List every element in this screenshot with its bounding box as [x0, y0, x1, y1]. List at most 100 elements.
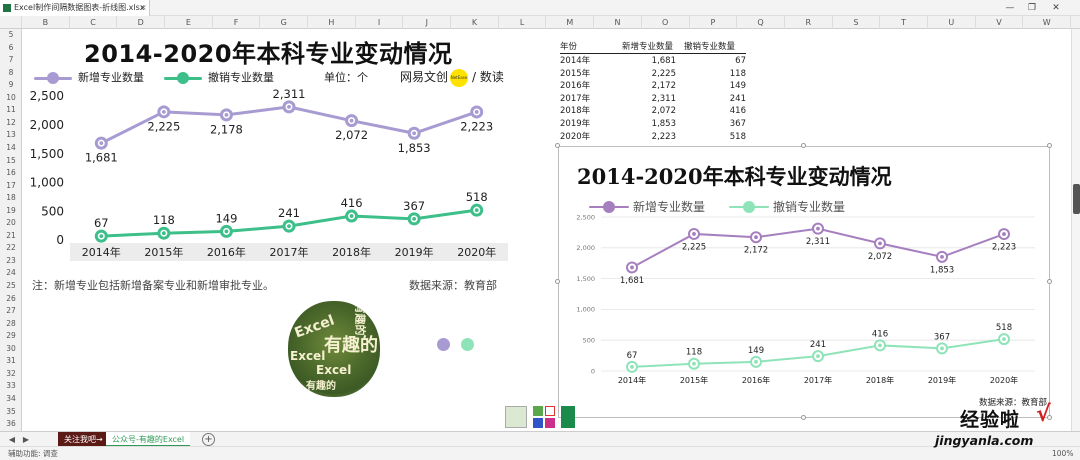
- table-cell-year[interactable]: 2016年: [560, 80, 590, 92]
- column-header[interactable]: V: [976, 16, 1024, 29]
- row-header[interactable]: 12: [0, 117, 22, 130]
- row-header[interactable]: 30: [0, 343, 22, 356]
- row-header[interactable]: 9: [0, 79, 22, 92]
- select-all-corner[interactable]: [0, 16, 22, 29]
- table-cell-value[interactable]: 1,853: [622, 118, 676, 130]
- vertical-scrollbar[interactable]: [1071, 29, 1080, 431]
- row-header[interactable]: 36: [0, 418, 22, 431]
- row-header[interactable]: 16: [0, 167, 22, 180]
- resize-handle[interactable]: [801, 415, 806, 420]
- column-header[interactable]: E: [165, 16, 213, 29]
- column-header[interactable]: H: [308, 16, 356, 29]
- row-header[interactable]: 14: [0, 142, 22, 155]
- row-header[interactable]: 17: [0, 180, 22, 193]
- row-header[interactable]: 26: [0, 293, 22, 306]
- chart-styles-icon[interactable]: [545, 406, 555, 416]
- row-header[interactable]: 18: [0, 192, 22, 205]
- row-header[interactable]: 32: [0, 368, 22, 381]
- purple-marker-shape[interactable]: [437, 338, 450, 351]
- table-cell-value[interactable]: 67: [684, 55, 746, 67]
- column-header[interactable]: I: [356, 16, 404, 29]
- row-header[interactable]: 34: [0, 393, 22, 406]
- table-cell-year[interactable]: 2020年: [560, 131, 590, 143]
- table-cell-year[interactable]: 2019年: [560, 118, 590, 130]
- column-header[interactable]: D: [117, 16, 166, 29]
- chart-elements-icon[interactable]: [533, 406, 543, 416]
- column-header[interactable]: T: [880, 16, 928, 29]
- green-marker-shape[interactable]: [461, 338, 474, 351]
- row-header[interactable]: 27: [0, 305, 22, 318]
- table-cell-year[interactable]: 2017年: [560, 93, 590, 105]
- chart-layout-icon[interactable]: [533, 418, 543, 428]
- column-header[interactable]: B: [22, 16, 70, 29]
- column-header[interactable]: F: [213, 16, 261, 29]
- row-header[interactable]: 21: [0, 230, 22, 243]
- accessibility-status[interactable]: 辅助功能: 调查: [8, 447, 58, 460]
- row-header[interactable]: 33: [0, 380, 22, 393]
- next-sheet-icon[interactable]: ▶: [20, 432, 32, 447]
- row-header[interactable]: 29: [0, 330, 22, 343]
- column-header[interactable]: R: [785, 16, 833, 29]
- table-cell-value[interactable]: 2,072: [622, 105, 676, 117]
- chart-thumbnail-button[interactable]: [505, 406, 527, 428]
- row-header[interactable]: 24: [0, 267, 22, 280]
- row-header[interactable]: 19: [0, 205, 22, 218]
- resize-handle[interactable]: [555, 279, 560, 284]
- column-header[interactable]: C: [70, 16, 118, 29]
- resize-handle[interactable]: [1047, 279, 1052, 284]
- minimize-button[interactable]: —: [1000, 0, 1020, 16]
- column-header[interactable]: S: [833, 16, 881, 29]
- sheet-tab-follow[interactable]: 关注我吧→: [58, 432, 109, 447]
- column-header[interactable]: O: [642, 16, 690, 29]
- row-header[interactable]: 10: [0, 92, 22, 105]
- row-header[interactable]: 22: [0, 242, 22, 255]
- chart-filter-icon[interactable]: [545, 418, 555, 428]
- prev-sheet-icon[interactable]: ◀: [6, 432, 18, 447]
- row-header[interactable]: 23: [0, 255, 22, 268]
- tab-close-icon[interactable]: ×: [140, 0, 147, 16]
- table-cell-value[interactable]: 149: [684, 80, 746, 92]
- table-cell-value[interactable]: 367: [684, 118, 746, 130]
- scrollbar-thumb[interactable]: [1073, 184, 1080, 214]
- row-header[interactable]: 20: [0, 217, 22, 230]
- column-header[interactable]: W: [1023, 16, 1071, 29]
- row-header[interactable]: 6: [0, 42, 22, 55]
- table-cell-value[interactable]: 2,225: [622, 68, 676, 80]
- column-header[interactable]: K: [451, 16, 499, 29]
- table-cell-value[interactable]: 2,172: [622, 80, 676, 92]
- table-cell-year[interactable]: 2018年: [560, 105, 590, 117]
- resize-handle[interactable]: [555, 143, 560, 148]
- row-header[interactable]: 15: [0, 155, 22, 168]
- table-cell-value[interactable]: 518: [684, 131, 746, 143]
- table-cell-value[interactable]: 1,681: [622, 55, 676, 67]
- table-cell-value[interactable]: 416: [684, 105, 746, 117]
- zoom-level[interactable]: 100%: [1052, 447, 1073, 460]
- column-header[interactable]: J: [403, 16, 452, 29]
- table-cell-year[interactable]: 2014年: [560, 55, 590, 67]
- column-header[interactable]: M: [547, 16, 595, 29]
- chart-settings-icon[interactable]: [561, 406, 575, 428]
- column-header[interactable]: Q: [737, 16, 785, 29]
- restore-button[interactable]: ❐: [1022, 0, 1042, 16]
- sheet-tab-active[interactable]: 公众号-有趣的Excel: [106, 432, 191, 447]
- table-cell-value[interactable]: 118: [684, 68, 746, 80]
- row-header[interactable]: 5: [0, 29, 22, 42]
- row-header[interactable]: 7: [0, 54, 22, 67]
- row-header[interactable]: 35: [0, 406, 22, 419]
- column-header[interactable]: U: [928, 16, 976, 29]
- row-header[interactable]: 28: [0, 318, 22, 331]
- row-header[interactable]: 31: [0, 355, 22, 368]
- column-header[interactable]: G: [260, 16, 309, 29]
- table-cell-value[interactable]: 241: [684, 93, 746, 105]
- table-cell-value[interactable]: 2,223: [622, 131, 676, 143]
- document-tab[interactable]: Excel制作间隔数据图表-折线图.xlsx: [0, 0, 150, 16]
- close-window-button[interactable]: ✕: [1046, 0, 1066, 16]
- table-cell-year[interactable]: 2015年: [560, 68, 590, 80]
- resize-handle[interactable]: [1047, 143, 1052, 148]
- resize-handle[interactable]: [801, 143, 806, 148]
- column-header[interactable]: P: [690, 16, 738, 29]
- row-header[interactable]: 13: [0, 129, 22, 142]
- table-cell-value[interactable]: 2,311: [622, 93, 676, 105]
- right-chart-object[interactable]: 2014-2020年本科专业变动情况 新增专业数量 撤销专业数量 0 500 1,0…: [558, 146, 1050, 418]
- row-header[interactable]: 8: [0, 67, 22, 80]
